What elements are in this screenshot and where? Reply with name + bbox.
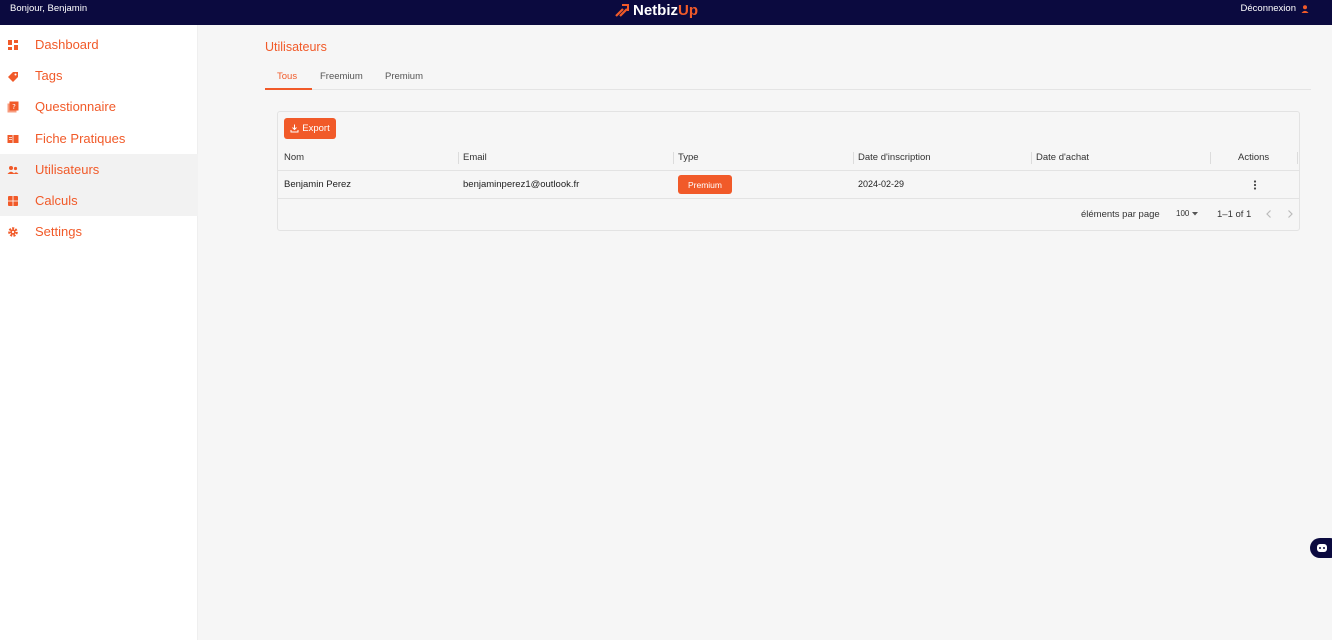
rows-per-page-select[interactable]: 100	[1176, 209, 1199, 218]
sidebar-item-questionnaire[interactable]: ? Questionnaire	[0, 91, 198, 122]
sidebar-item-label: Dashboard	[35, 37, 99, 52]
rows-per-page-value: 100	[1176, 209, 1190, 218]
more-vertical-icon[interactable]	[1250, 178, 1260, 192]
sidebar-item-label: Questionnaire	[35, 99, 116, 114]
export-button[interactable]: Export	[284, 118, 336, 139]
sidebar-item-utilisateurs[interactable]: Utilisateurs	[0, 154, 198, 185]
export-label: Export	[302, 123, 330, 134]
column-header-nom[interactable]: Nom	[284, 152, 304, 163]
sidebar-item-calculs[interactable]: Calculs	[0, 185, 198, 216]
sidebar-item-label: Fiche Pratiques	[35, 131, 126, 146]
tab-premium[interactable]: Premium	[385, 71, 423, 82]
svg-text:?: ?	[12, 103, 16, 111]
active-tab-indicator	[265, 88, 312, 90]
brand-logo[interactable]: Netbiz Up	[614, 0, 698, 20]
column-separator[interactable]	[1031, 152, 1032, 164]
type-badge[interactable]: Premium	[678, 175, 732, 194]
sidebar-item-label: Utilisateurs	[35, 162, 100, 177]
column-separator[interactable]	[458, 152, 459, 164]
gear-icon	[8, 226, 18, 237]
column-header-actions: Actions	[1238, 152, 1270, 163]
logout-label: Déconnexion	[1240, 3, 1296, 14]
sidebar-item-fiche-pratiques[interactable]: Fiche Pratiques	[0, 123, 198, 154]
sidebar-item-dashboard[interactable]: Dashboard	[0, 29, 198, 60]
page-title: Utilisateurs	[265, 40, 327, 54]
greeting-text: Bonjour, Benjamin	[10, 3, 88, 14]
user-icon	[1301, 4, 1309, 13]
column-separator[interactable]	[1297, 152, 1298, 164]
calculator-icon	[8, 195, 18, 206]
tab-bar: Tous Freemium Premium	[265, 65, 1311, 90]
chevron-down-icon	[1192, 211, 1199, 215]
column-separator[interactable]	[1210, 152, 1211, 164]
column-header-date-inscription[interactable]: Date d'inscription	[858, 152, 931, 163]
quiz-icon: ?	[7, 101, 19, 112]
brand-name-part2: Up	[678, 1, 698, 19]
cell-nom: Benjamin Perez	[284, 179, 352, 190]
download-icon	[290, 124, 299, 133]
table-pagination: éléments par page 100 1–1 of 1	[278, 200, 1299, 230]
sidebar-item-tags[interactable]: Tags	[0, 60, 198, 91]
sidebar-item-label: Tags	[35, 68, 63, 83]
logo-arrows-icon	[615, 4, 629, 17]
users-icon	[7, 165, 19, 174]
brand-name-part1: Netbiz	[633, 1, 678, 19]
book-icon	[7, 134, 19, 143]
next-page-icon[interactable]	[1284, 208, 1296, 220]
sidebar: Dashboard Tags ? Questionnaire Fiche Pra…	[0, 25, 198, 640]
rows-per-page-label: éléments par page	[1081, 209, 1160, 220]
column-separator[interactable]	[673, 152, 674, 164]
column-header-email[interactable]: Email	[463, 152, 487, 163]
main-content: Utilisateurs Tous Freemium Premium Expor…	[198, 25, 1332, 640]
sidebar-item-label: Calculs	[35, 193, 78, 208]
column-header-date-achat[interactable]: Date d'achat	[1036, 152, 1089, 163]
tab-freemium[interactable]: Freemium	[320, 71, 363, 82]
column-separator[interactable]	[853, 152, 854, 164]
column-header-type[interactable]: Type	[678, 152, 699, 163]
pagination-range: 1–1 of 1	[1217, 209, 1252, 220]
users-table-card: Export Nom Email Type Date d'inscription…	[277, 111, 1300, 231]
previous-page-icon[interactable]	[1263, 208, 1275, 220]
table-header: Nom Email Type Date d'inscription Date d…	[278, 146, 1299, 171]
top-bar: Bonjour, Benjamin Netbiz Up Déconnexion	[0, 0, 1332, 25]
cell-date-inscription: 2024-02-29	[858, 179, 905, 189]
cell-email: benjaminperez1@outlook.fr	[463, 179, 580, 190]
tab-tous[interactable]: Tous	[277, 71, 297, 82]
sidebar-item-settings[interactable]: Settings	[0, 216, 198, 247]
chat-bot-icon	[1317, 544, 1327, 552]
chat-widget-button[interactable]	[1310, 538, 1332, 558]
tag-icon	[8, 71, 18, 82]
logout-button[interactable]: Déconnexion	[1241, 3, 1310, 14]
dashboard-icon	[8, 39, 18, 50]
sidebar-item-label: Settings	[35, 224, 82, 239]
table-row[interactable]: Benjamin Perez benjaminperez1@outlook.fr…	[278, 171, 1299, 199]
